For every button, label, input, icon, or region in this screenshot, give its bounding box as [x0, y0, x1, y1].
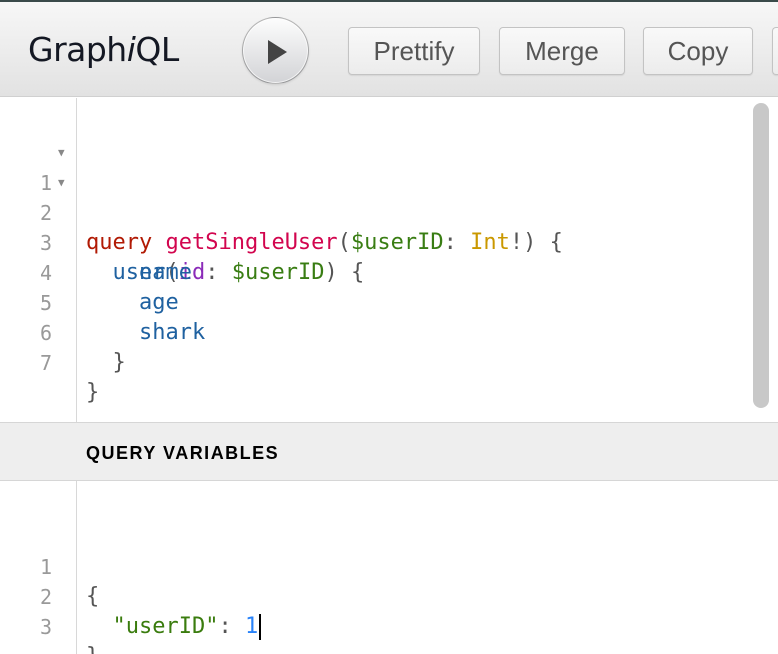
- code-line: 2 "userID": 1: [0, 552, 760, 640]
- query-editor[interactable]: 1 ▼ query getSingleUser($userID: Int!) {…: [0, 98, 778, 422]
- play-icon: [268, 40, 287, 64]
- query-scrollbar-thumb[interactable]: [753, 103, 769, 408]
- app-title: GraphiQL: [28, 30, 179, 69]
- code-line: 6 }: [0, 288, 748, 375]
- token-punct: }: [86, 380, 100, 405]
- code-line: 2 ▼ user(id: $userID) {: [0, 168, 748, 285]
- token-number: 1: [244, 614, 259, 639]
- fold-toggle-icon[interactable]: ▼: [58, 168, 65, 198]
- query-variables-header[interactable]: QUERY VARIABLES: [0, 422, 778, 481]
- line-number: 3: [39, 615, 52, 639]
- token-punct: }: [86, 644, 99, 654]
- code-text[interactable]: }: [86, 642, 99, 654]
- code-line: 3 name: [0, 198, 748, 285]
- merge-button[interactable]: Merge: [499, 27, 625, 75]
- text-cursor: [259, 614, 262, 640]
- token-punct: :: [218, 614, 245, 639]
- code-line: 3 }: [0, 582, 760, 654]
- query-code[interactable]: 1 ▼ query getSingleUser($userID: Int!) {…: [0, 138, 748, 405]
- copy-button[interactable]: Copy: [643, 27, 753, 75]
- code-text[interactable]: }: [86, 348, 126, 378]
- variables-editor[interactable]: 1 { 2 "userID": 1 3 }: [0, 481, 778, 654]
- code-line: 4 age: [0, 228, 748, 315]
- app-title-part: QL: [135, 30, 179, 69]
- token-json-key: "userID": [112, 614, 219, 639]
- code-line: 1 {: [0, 522, 760, 609]
- execute-query-button[interactable]: [242, 17, 309, 84]
- line-number: 7: [39, 351, 52, 375]
- code-line: 1 ▼ query getSingleUser($userID: Int!) {: [0, 138, 748, 255]
- code-text[interactable]: }: [86, 378, 99, 408]
- fold-toggle-icon[interactable]: ▼: [58, 138, 65, 168]
- app-title-part: Graph: [28, 30, 127, 69]
- prettify-button[interactable]: Prettify: [348, 27, 480, 75]
- toolbar-overflow-button[interactable]: [772, 27, 778, 75]
- toolbar: GraphiQL Prettify Merge Copy: [0, 2, 778, 97]
- code-text[interactable]: "userID": 1: [86, 612, 262, 642]
- variables-code[interactable]: 1 { 2 "userID": 1 3 }: [0, 522, 760, 654]
- token-punct: }: [112, 350, 126, 375]
- code-line: 7 }: [0, 318, 748, 405]
- query-variables-title: QUERY VARIABLES: [86, 443, 280, 463]
- code-line: 5 shark: [0, 258, 748, 345]
